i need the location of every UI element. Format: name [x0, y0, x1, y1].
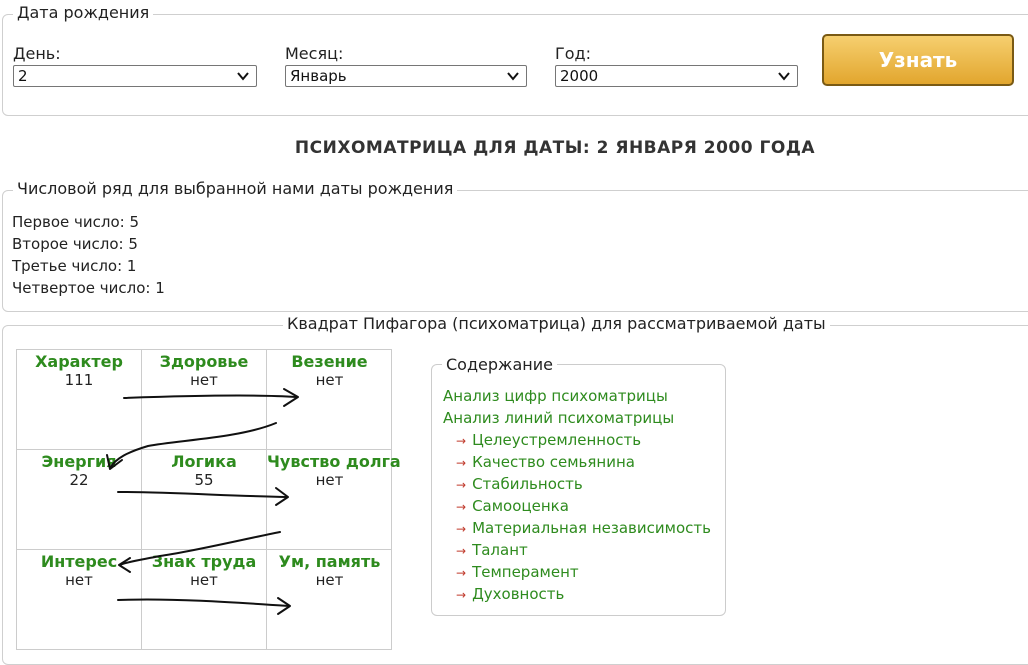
arrow-right-icon: →: [456, 544, 467, 558]
cell-name: Ум, память: [278, 552, 381, 571]
year-label: Год:: [555, 44, 591, 63]
cell-value: 22: [69, 471, 89, 489]
year-select[interactable]: 2000: [555, 65, 798, 87]
birth-date-legend: Дата рождения: [13, 3, 154, 22]
cell-energy: Энергия 22: [17, 450, 142, 550]
contents-legend: Содержание: [442, 355, 557, 374]
cell-value: нет: [65, 571, 93, 589]
toc-sublink[interactable]: → Стабильность: [456, 475, 583, 493]
toc-sublink-label: Темперамент: [472, 563, 579, 581]
cell-character: Характер 111: [17, 350, 142, 450]
toc-link-lines-analysis[interactable]: Анализ линий психоматрицы: [443, 409, 674, 427]
cell-labor: Знак труда нет: [142, 550, 267, 650]
chevron-down-icon: [778, 72, 790, 81]
toc-sublink-label: Духовность: [472, 585, 565, 603]
chevron-down-icon: [237, 72, 249, 81]
page-title: ПСИХОМАТРИЦА ДЛЯ ДАТЫ: 2 ЯНВАРЯ 2000 ГОД…: [294, 138, 816, 158]
cell-name: Везение: [291, 352, 368, 371]
cell-duty: Чувство долга нет: [267, 450, 401, 550]
cell-value: нет: [315, 571, 344, 589]
toc-sublink-label: Качество семьянина: [472, 453, 635, 471]
toc-link-digits-analysis[interactable]: Анализ цифр психоматрицы: [443, 387, 668, 405]
month-select[interactable]: Январь: [285, 65, 527, 87]
arrow-right-icon: →: [456, 500, 467, 514]
arrow-right-icon: →: [456, 456, 467, 470]
cell-name: Энергия: [41, 452, 117, 471]
series-line: Первое число: 5: [12, 213, 140, 231]
contents-box: Содержание Анализ цифр психоматрицы Анал…: [431, 355, 726, 616]
series-line: Второе число: 5: [12, 235, 138, 253]
cell-mind-memory: Ум, память нет: [267, 550, 392, 650]
cell-name: Интерес: [40, 552, 118, 571]
arrow-right-icon: →: [456, 566, 467, 580]
cell-value: нет: [190, 571, 218, 589]
arrow-right-icon: →: [456, 434, 467, 448]
year-select-value: 2000: [560, 67, 599, 85]
cell-value: 111: [64, 371, 94, 389]
cell-name: Чувство долга: [267, 452, 401, 471]
number-series-legend: Числовой ряд для выбранной нами даты рож…: [13, 179, 458, 198]
cell-value: нет: [315, 471, 344, 489]
toc-sublink[interactable]: → Духовность: [456, 585, 564, 603]
arrow-right-icon: →: [456, 522, 467, 536]
toc-sublink[interactable]: → Темперамент: [456, 563, 579, 581]
day-select-value: 2: [18, 67, 28, 85]
submit-button[interactable]: Узнать: [822, 34, 1014, 86]
toc-sublink-label: Целеустремленность: [472, 431, 642, 449]
toc-sublink[interactable]: → Качество семьянина: [456, 453, 635, 471]
cell-interest: Интерес нет: [17, 550, 142, 650]
toc-sublink[interactable]: → Талант: [456, 541, 528, 559]
toc-sublink-label: Талант: [472, 541, 528, 559]
series-line: Третье число: 1: [12, 257, 137, 275]
cell-value: нет: [315, 371, 344, 389]
toc-sublink-label: Стабильность: [472, 475, 583, 493]
month-label: Месяц:: [285, 44, 344, 63]
chevron-down-icon: [507, 72, 519, 81]
month-select-value: Январь: [290, 67, 347, 85]
arrow-right-icon: →: [456, 478, 467, 492]
psychomatrix-grid: Характер 111 Здоровье нет Везение нет Эн…: [16, 349, 401, 650]
toc-sublink-label: Самооценка: [472, 497, 569, 515]
cell-name: Логика: [171, 452, 237, 471]
day-label: День:: [13, 44, 61, 63]
cell-name: Характер: [35, 352, 123, 371]
cell-logic: Логика 55: [142, 450, 267, 550]
cell-name: Здоровье: [159, 352, 249, 371]
toc-sublink[interactable]: → Материальная независимость: [456, 519, 711, 537]
day-select[interactable]: 2: [13, 65, 257, 87]
series-line: Четвертое число: 1: [12, 279, 165, 297]
cell-value: нет: [190, 371, 218, 389]
toc-sublink[interactable]: → Самооценка: [456, 497, 569, 515]
cell-value: 55: [194, 471, 214, 489]
cell-health: Здоровье нет: [142, 350, 267, 450]
cell-luck: Везение нет: [267, 350, 392, 450]
arrow-right-icon: →: [456, 588, 467, 602]
toc-sublink-label: Материальная независимость: [472, 519, 711, 537]
toc-sublink[interactable]: → Целеустремленность: [456, 431, 641, 449]
cell-name: Знак труда: [151, 552, 257, 571]
psychomatrix-legend: Квадрат Пифагора (психоматрица) для расс…: [283, 314, 830, 333]
